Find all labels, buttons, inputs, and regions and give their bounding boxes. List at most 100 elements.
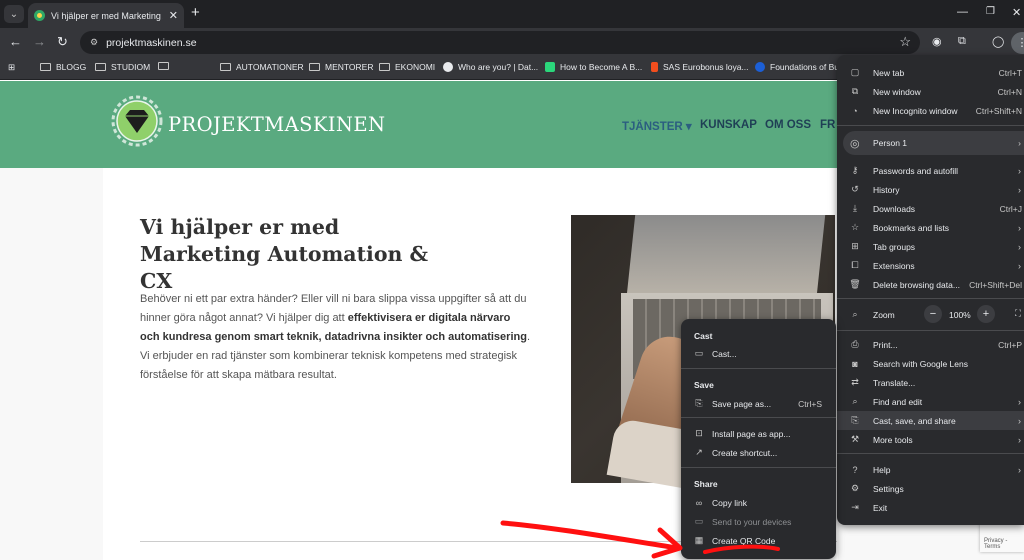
menu-google-lens[interactable]: ◙ Search with Google Lens [837, 354, 1024, 373]
chevron-right-icon: › [1018, 241, 1021, 252]
back-icon[interactable]: ← [9, 34, 22, 50]
site-logo-text[interactable]: PROJEKTMASKINEN [168, 113, 385, 136]
menu-label: New tab [873, 67, 905, 78]
menu-more-tools[interactable]: ⚒ More tools › [837, 430, 1024, 449]
bookmark-folder[interactable]: AUTOMATIONER [220, 62, 304, 72]
menu-translate[interactable]: ⇄ Translate... [837, 373, 1024, 392]
new-window-icon: ⧉ [851, 86, 859, 96]
menu-zoom: ⌕ Zoom − 100% + ⛶ [837, 305, 1024, 324]
laptop-screen [626, 215, 826, 295]
menu-print[interactable]: ⎙ Print... Ctrl+P [837, 335, 1024, 354]
bookmark-folder[interactable]: EKONOMI [379, 62, 435, 72]
new-tab-icon[interactable]: + [191, 5, 200, 21]
menu-install-app[interactable]: ⊡ Install page as app... [681, 424, 836, 443]
menu-label: New Incognito window [873, 105, 958, 116]
extensions-icon[interactable]: ⧉ [958, 35, 966, 48]
bookmark-link[interactable]: SAS Eurobonus loya... [651, 62, 749, 72]
nav-tjanster[interactable]: TJÄNSTER ▾ [622, 119, 692, 133]
menu-passwords[interactable]: ⚷ Passwords and autofill › [837, 161, 1024, 180]
menu-send-to-devices[interactable]: ▭ Send to your devices [681, 512, 836, 531]
menu-history[interactable]: ↺ History › [837, 180, 1024, 199]
bookmark-star-icon[interactable]: ☆ [899, 34, 911, 50]
fullscreen-icon[interactable]: ⛶ [1015, 308, 1021, 319]
menu-new-incognito[interactable]: ◔ New Incognito window Ctrl+Shift+N [837, 101, 1024, 120]
menu-create-shortcut[interactable]: ↗ Create shortcut... [681, 443, 836, 462]
menu-separator [837, 330, 1024, 331]
nav-fr[interactable]: FR [820, 119, 835, 131]
close-window-icon[interactable]: ✕ [1012, 6, 1021, 19]
chevron-right-icon: › [1018, 165, 1021, 176]
lens-icon: ◙ [852, 358, 858, 369]
chevron-right-icon: › [1018, 222, 1021, 233]
folder-icon [309, 63, 320, 71]
translate-icon: ⇄ [851, 377, 859, 387]
apps-grid-icon[interactable]: ⊞ [8, 62, 15, 73]
menu-copy-link[interactable]: ∞ Copy link [681, 493, 836, 512]
bookmark-folder[interactable] [158, 62, 169, 70]
site-info-icon[interactable]: ⚙ [90, 37, 98, 48]
menu-save-page[interactable]: ⎘ Save page as... Ctrl+S [681, 394, 836, 413]
menu-settings[interactable]: ⚙ Settings [837, 479, 1024, 498]
section-heading-cast: Cast [694, 331, 713, 341]
active-tab[interactable]: Vi hjälper er med Marketing Au ✕ [28, 3, 184, 28]
menu-label: History [873, 184, 900, 195]
address-bar[interactable]: ⚙ projektmaskinen.se ☆ [80, 31, 920, 54]
reload-icon[interactable]: ↻ [57, 34, 68, 50]
menu-tab-groups[interactable]: ⊞ Tab groups › [837, 237, 1024, 256]
chevron-right-icon: › [1018, 184, 1021, 195]
history-icon: ↺ [851, 184, 859, 194]
url-text[interactable]: projektmaskinen.se [106, 37, 196, 49]
section-heading-save: Save [694, 380, 714, 390]
devices-icon: ▭ [694, 516, 704, 526]
menu-exit[interactable]: ⇥ Exit [837, 498, 1024, 517]
menu-separator [681, 467, 836, 468]
bookmark-folder[interactable]: STUDIOM [95, 62, 150, 72]
menu-help[interactable]: ? Help › [837, 460, 1024, 479]
menu-create-qr-code[interactable]: ▦ Create QR Code [681, 531, 836, 550]
bookmark-link[interactable]: Foundations of Bu [755, 62, 839, 72]
zoom-out-button[interactable]: − [924, 305, 942, 323]
menu-cast[interactable]: ▭ Cast... [681, 344, 836, 363]
menu-label: Create shortcut... [712, 447, 778, 458]
menu-bookmarks[interactable]: ☆ Bookmarks and lists › [837, 218, 1024, 237]
folder-icon [158, 62, 169, 70]
profile-icon[interactable]: ◯ [992, 35, 1004, 48]
chevron-right-icon: › [1018, 138, 1021, 148]
bookmark-link[interactable]: How to Become A B... [545, 62, 642, 72]
bookmark-label: AUTOMATIONER [236, 62, 304, 72]
menu-label: More tools [873, 434, 913, 445]
incognito-icon: ◔ [852, 105, 858, 116]
maximize-icon[interactable]: ❐ [986, 6, 995, 17]
chevron-right-icon: › [1018, 396, 1021, 407]
menu-extensions[interactable]: ⧠ Extensions › [837, 256, 1024, 275]
tab-search-icon[interactable]: ⌄ [4, 5, 24, 23]
zoom-in-button[interactable]: + [977, 305, 995, 323]
nav-om-oss[interactable]: OM OSS [765, 119, 811, 131]
bookmark-folder[interactable]: MENTORER [309, 62, 374, 72]
minimize-icon[interactable]: — [957, 6, 968, 18]
close-tab-icon[interactable]: ✕ [169, 9, 178, 22]
shortcut-label: Ctrl+Shift+N [975, 105, 1022, 116]
bookmark-folder[interactable]: BLOGG [40, 62, 86, 72]
menu-person[interactable]: ◎ Person 1 › [843, 131, 1024, 155]
exit-icon: ⇥ [851, 502, 859, 512]
forward-icon[interactable]: → [33, 34, 46, 50]
menu-downloads[interactable]: ⤓ Downloads Ctrl+J [837, 199, 1024, 218]
menu-new-window[interactable]: ⧉ New window Ctrl+N [837, 82, 1024, 101]
menu-find-edit[interactable]: ⌕ Find and edit › [837, 392, 1024, 411]
menu-delete-data[interactable]: 🗑 Delete browsing data... Ctrl+Shift+Del [837, 275, 1024, 294]
new-tab-icon: ▢ [850, 67, 860, 77]
nav-kunskap[interactable]: KUNSKAP [700, 119, 757, 131]
diamond-gear-logo-icon[interactable] [111, 95, 163, 147]
menu-label: Exit [873, 502, 888, 513]
bookmark-label: How to Become A B... [560, 62, 643, 72]
toolbar: ← → ↻ ⚙ projektmaskinen.se ☆ ◉ ⧉ ◯ [0, 28, 1024, 57]
menu-label: New window [873, 86, 921, 97]
menu-cast-save-share[interactable]: ⎘ Cast, save, and share › [837, 411, 1024, 430]
menu-new-tab[interactable]: ▢ New tab Ctrl+T [837, 63, 1024, 82]
camera-icon[interactable]: ◉ [932, 35, 942, 48]
section-heading-share: Share [694, 479, 718, 489]
menu-label: Delete browsing data... [873, 279, 960, 290]
bookmark-label: STUDIOM [111, 62, 151, 72]
bookmark-link[interactable]: Who are you? | Dat... [443, 62, 538, 72]
